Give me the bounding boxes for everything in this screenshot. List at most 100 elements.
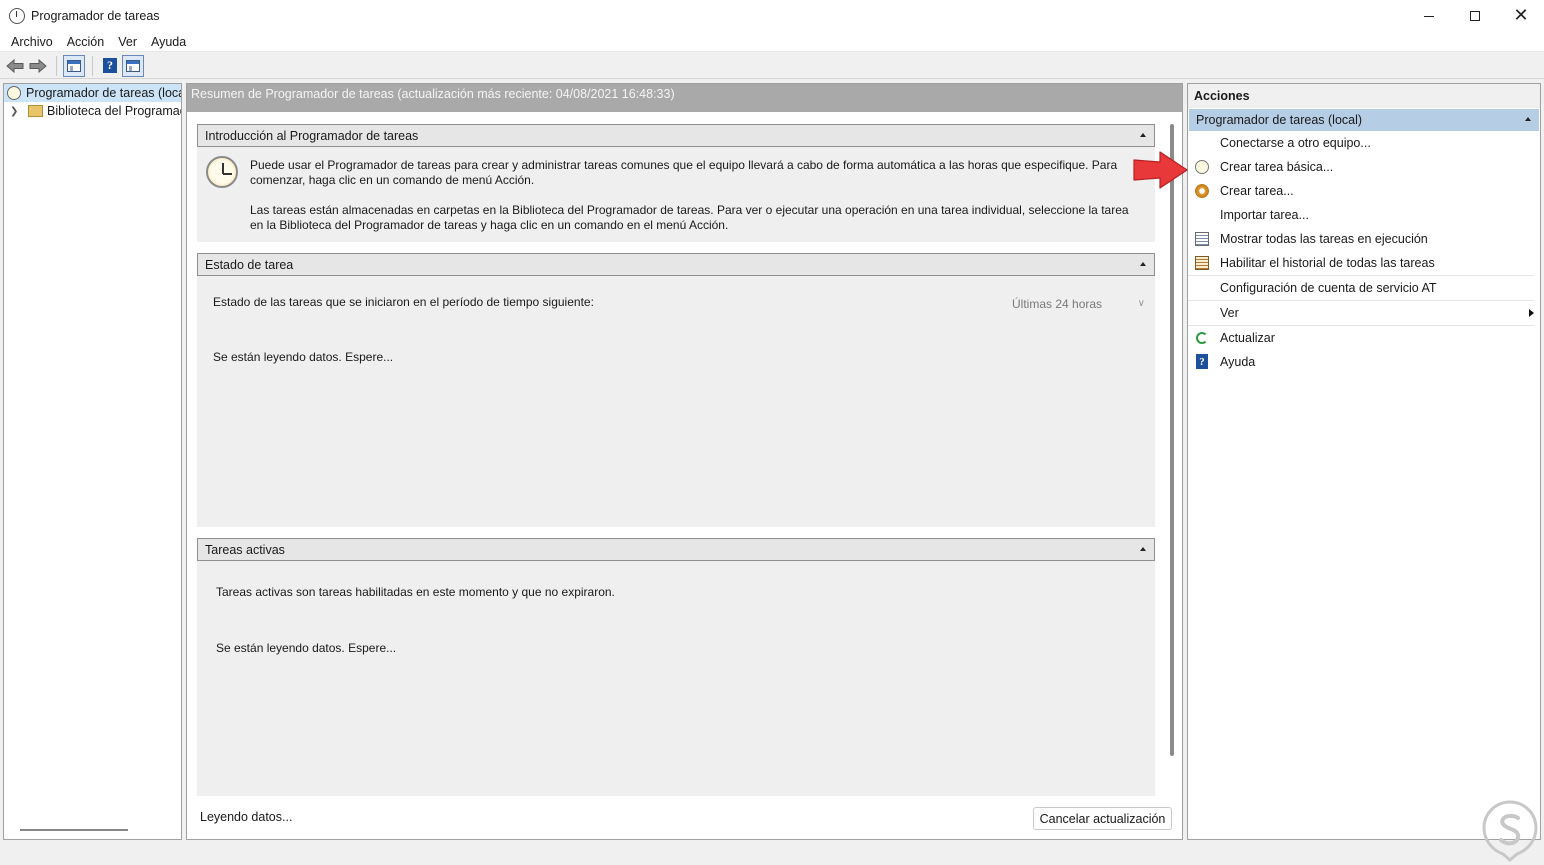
task-scheduler-clock-icon [206,156,238,188]
show-hide-action-pane-button[interactable] [122,54,144,77]
action-label: Configuración de cuenta de servicio AT [1220,281,1437,295]
intro-section: Introducción al Programador de tareas Pu… [197,124,1155,242]
console-tree-icon [67,59,81,72]
arrow-left-icon [6,58,24,73]
minimize-icon [1424,15,1434,17]
action-label: Habilitar el historial de todas las tare… [1220,256,1435,270]
action-label: Crear tarea básica... [1220,160,1334,174]
watermark-logo-icon [1482,800,1538,862]
window-title: Programador de tareas [31,9,160,23]
tree-item-label: Programador de tareas (local) [26,86,182,100]
active-tasks-section: Tareas activas Tareas activas son tareas… [197,538,1155,796]
chevron-down-icon: ∨ [1137,298,1145,309]
red-annotation-arrow-icon [1133,151,1188,189]
action-label: Importar tarea... [1220,208,1309,222]
active-tasks-section-header[interactable]: Tareas activas [197,538,1155,561]
forward-button[interactable] [27,55,49,77]
console-tree[interactable]: Programador de tareas (local) ❯ Bibliote… [3,83,182,840]
active-tasks-description: Tareas activas son tareas habilitadas en… [216,585,615,599]
active-tasks-loading-text: Se están leyendo datos. Espere... [216,641,397,655]
folder-icon [28,105,43,117]
cancel-refresh-button[interactable]: Cancelar actualización [1033,807,1172,830]
chevron-right-icon[interactable]: ❯ [10,106,22,117]
loading-status-text: Leyendo datos... [200,810,293,824]
intro-body: Puede usar el Programador de tareas para… [197,147,1155,239]
action-create-task[interactable]: Crear tarea... [1188,179,1534,203]
task-status-period-label: Estado de las tareas que se iniciaron en… [213,295,594,309]
action-pane-icon [126,59,140,72]
intro-paragraph-1: Puede usar el Programador de tareas para… [250,158,1118,187]
intro-paragraph-2: Las tareas están almacenadas en carpetas… [250,203,1129,232]
action-label: Mostrar todas las tareas en ejecución [1220,232,1428,246]
section-title: Introducción al Programador de tareas [205,128,419,143]
task-status-section-header[interactable]: Estado de tarea [197,253,1155,276]
collapse-icon[interactable] [1525,117,1531,121]
title-bar: Programador de tareas ✕ [0,0,1544,32]
help-icon: ? [103,58,117,73]
collapse-icon[interactable] [1140,547,1146,551]
action-create-basic-task[interactable]: Crear tarea básica... [1188,155,1534,179]
summary-content: Introducción al Programador de tareas Pu… [197,124,1167,796]
clock-icon [7,86,21,100]
maximize-button[interactable] [1452,0,1498,32]
actions-group-task-scheduler-local[interactable]: Programador de tareas (local) [1189,109,1539,131]
minimize-button[interactable] [1406,0,1452,32]
menu-archivo[interactable]: Archivo [4,35,60,49]
maximize-icon [1470,11,1480,21]
action-refresh[interactable]: Actualizar [1188,326,1534,350]
collapse-icon[interactable] [1140,133,1146,137]
action-enable-history[interactable]: Habilitar el historial de todas las tare… [1188,251,1534,276]
menu-bar: Archivo Acción Ver Ayuda [0,32,1544,52]
action-connect-other-computer[interactable]: Conectarse a otro equipo... [1188,131,1534,155]
summary-pane: Resumen de Programador de tareas (actual… [186,83,1183,840]
tree-item-task-library[interactable]: ❯ Biblioteca del Programador de tareas [4,102,181,120]
menu-ver[interactable]: Ver [111,35,144,49]
vertical-scrollbar[interactable] [1170,124,1174,756]
actions-header: Acciones [1188,84,1540,108]
task-scheduler-app-icon [9,8,25,24]
toolbar: ? [0,53,1544,79]
task-status-section: Estado de tarea Estado de las tareas que… [197,253,1155,527]
gear-icon [1195,184,1209,198]
action-label: Ayuda [1220,355,1256,369]
menu-accion[interactable]: Acción [60,35,112,49]
summary-header: Resumen de Programador de tareas (actual… [187,84,1182,112]
task-status-loading-text: Se están leyendo datos. Espere... [213,350,394,364]
back-button[interactable] [4,55,26,77]
task-list-icon [1195,232,1209,246]
action-import-task[interactable]: Importar tarea... [1188,203,1534,227]
tree-item-task-scheduler-local[interactable]: Programador de tareas (local) [4,84,181,102]
time-period-dropdown[interactable]: Últimas 24 horas ∨ [1003,294,1153,314]
toolbar-separator [56,55,57,76]
close-button[interactable]: ✕ [1498,0,1544,32]
action-label: Conectarse a otro equipo... [1220,136,1371,150]
action-show-running-tasks[interactable]: Mostrar todas las tareas en ejecución [1188,227,1534,251]
actions-group-label: Programador de tareas (local) [1196,113,1363,127]
action-label: Crear tarea... [1220,184,1294,198]
action-help[interactable]: ? Ayuda [1188,350,1534,374]
arrow-right-icon [29,58,47,73]
collapse-icon[interactable] [1140,262,1146,266]
horizontal-scrollbar[interactable] [20,829,128,831]
section-title: Estado de tarea [205,257,294,272]
refresh-icon [1196,332,1208,344]
help-toolbar-button[interactable]: ? [99,55,121,77]
menu-ayuda[interactable]: Ayuda [144,35,193,49]
toolbar-separator [92,55,93,76]
actions-pane: Acciones Programador de tareas (local) C… [1187,83,1541,840]
action-label: Actualizar [1220,331,1275,345]
close-icon: ✕ [1513,5,1529,26]
time-period-value: Últimas 24 horas [1012,297,1103,311]
submenu-arrow-icon [1529,309,1534,317]
history-icon [1195,256,1209,270]
action-at-service-account[interactable]: Configuración de cuenta de servicio AT [1188,276,1534,301]
section-title: Tareas activas [205,542,285,557]
intro-section-header[interactable]: Introducción al Programador de tareas [197,124,1155,147]
window-controls: ✕ [1406,0,1544,32]
tree-item-label: Biblioteca del Programador de tareas [47,104,181,118]
clock-icon [1195,160,1209,174]
action-label: Ver [1220,306,1239,320]
help-icon: ? [1196,354,1208,369]
action-view-submenu[interactable]: Ver [1188,301,1534,326]
show-hide-console-tree-button[interactable] [63,54,85,77]
